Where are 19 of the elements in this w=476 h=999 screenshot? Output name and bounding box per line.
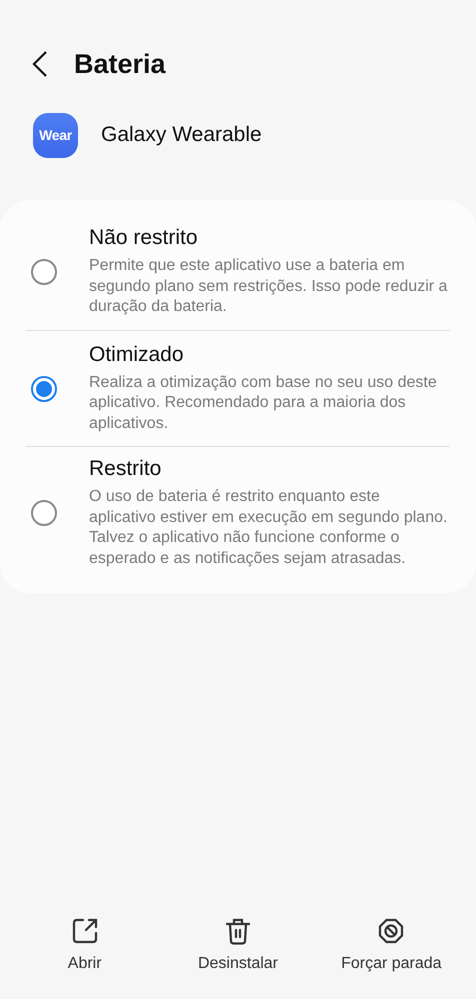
action-button[interactable]: Abrir [8, 913, 162, 985]
app-icon: Wear [33, 112, 78, 158]
option-title: Restrito [89, 457, 162, 481]
option-title: Não restrito [89, 226, 199, 250]
external-link-icon [72, 918, 98, 944]
option-description: Realiza a otimização com base no seu uso deste aplicativo. Recomendado para a maioria dos aplicativos. [89, 372, 438, 434]
app-name: Galaxy Wearable [101, 123, 262, 147]
trash-icon [226, 918, 250, 944]
page-title: Bateria [74, 48, 166, 80]
option-description: O uso de bateria é restrito enquanto este aplicativo estiver em execução em segundo plano. Talvez o aplicativo não funcione conforme o esperado e as notificações sejam atrasadas. [89, 487, 448, 568]
option-title: Otimizado [89, 342, 185, 367]
action-button[interactable]: Forçar parada [314, 913, 468, 985]
action-button[interactable]: Desinstalar [161, 913, 315, 985]
option-description: Permite que este aplicativo use a bateria em segundo plano sem restrições. Isso pode reduzir a duração da bateria. [89, 256, 448, 318]
radio-button[interactable] [31, 376, 57, 402]
radio-button[interactable] [31, 500, 57, 526]
block-icon [378, 918, 404, 944]
back-button[interactable] [30, 49, 50, 79]
radio-button[interactable] [31, 259, 57, 285]
